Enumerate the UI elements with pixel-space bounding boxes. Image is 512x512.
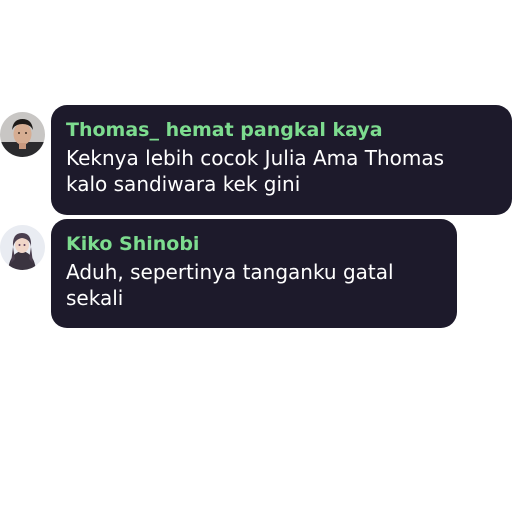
- message-text: Keknya lebih cocok Julia Ama Thomas kalo…: [66, 145, 496, 197]
- sender-name[interactable]: Kiko Shinobi: [66, 233, 441, 255]
- message-line: sekali: [66, 286, 124, 310]
- man-portrait-icon: [0, 112, 45, 157]
- anime-girl-portrait-icon: [0, 225, 45, 270]
- sender-name[interactable]: Thomas_ hemat pangkal kaya: [66, 119, 496, 141]
- avatar-kiko[interactable]: [0, 225, 45, 270]
- message-text: Aduh, sepertinya tanganku gatal sekali: [66, 259, 441, 311]
- message-line: Aduh, sepertinya tanganku gatal: [66, 260, 394, 284]
- message-bubble[interactable]: Kiko Shinobi Aduh, sepertinya tanganku g…: [51, 219, 457, 328]
- avatar-thomas[interactable]: [0, 112, 45, 157]
- message-line: Keknya lebih cocok Julia Ama Thomas: [66, 146, 445, 170]
- message-bubble[interactable]: Thomas_ hemat pangkal kaya Keknya lebih …: [51, 105, 512, 215]
- message-line: kalo sandiwara kek gini: [66, 172, 301, 196]
- chat-thread: Thomas_ hemat pangkal kaya Keknya lebih …: [0, 0, 512, 512]
